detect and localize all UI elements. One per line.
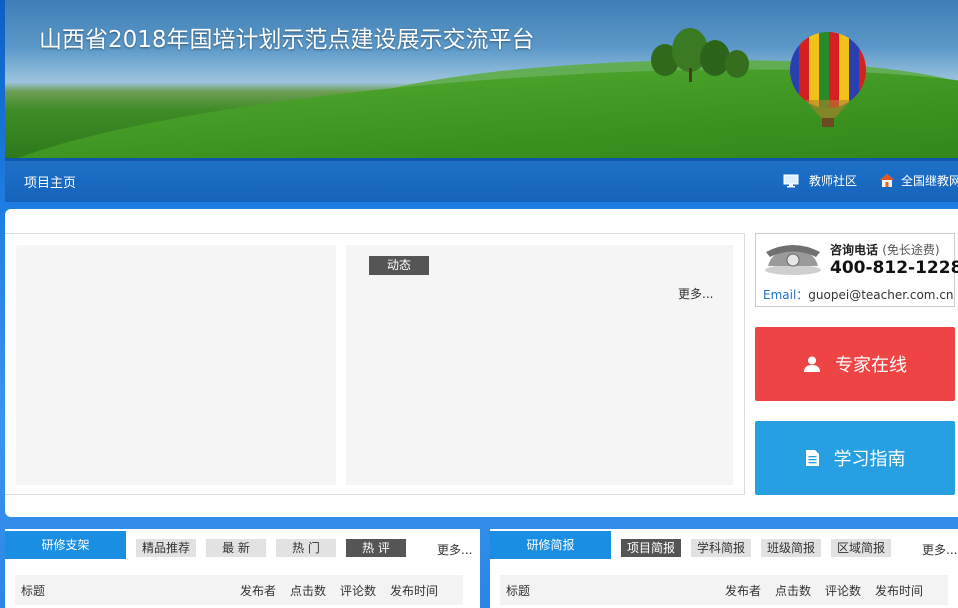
tab-class-brief[interactable]: 班级简报 [761, 539, 821, 557]
document-icon [805, 450, 819, 466]
tab-featured[interactable]: 精品推荐 [136, 539, 196, 557]
email-label: Email： [763, 288, 809, 302]
main-content-panel: 动态 更多... 咨询电话 (免长途费) 400-812-1228 Email：… [5, 209, 958, 517]
header-banner: 山西省2018年国培计划示范点建设展示交流平台 [5, 0, 958, 158]
user-icon [804, 356, 820, 372]
site-title: 山西省2018年国培计划示范点建设展示交流平台 [39, 27, 535, 53]
column-comments: 评论数 [825, 584, 862, 598]
research-brief-title[interactable]: 研修简报 [490, 531, 611, 559]
tab-project-brief[interactable]: 项目简报 [621, 539, 681, 557]
column-clicks: 点击数 [290, 584, 327, 598]
home-icon [880, 174, 894, 187]
column-title: 标题 [506, 584, 531, 598]
column-publish-time: 发布时间 [875, 584, 924, 598]
research-support-table-header: 标题 发布者 点击数 评论数 发布时间 [15, 575, 463, 605]
tab-hot-comments[interactable]: 热 评 [346, 539, 406, 557]
image-slider-placeholder [16, 245, 336, 485]
contact-email: Email：guopei@teacher.com.cn [763, 286, 954, 303]
monitor-icon [783, 174, 799, 187]
column-title: 标题 [21, 584, 46, 598]
hot-air-balloon-illustration [790, 32, 866, 127]
contact-phone-number: 400-812-1228 [830, 258, 958, 278]
column-clicks: 点击数 [775, 584, 812, 598]
research-brief-table-header: 标题 发布者 点击数 评论数 发布时间 [500, 575, 948, 605]
column-publisher: 发布者 [725, 584, 762, 598]
research-support-panel: 研修支架 精品推荐 最 新 热 门 热 评 更多... 标题 发布者 点击数 评… [5, 529, 480, 608]
dynamics-panel: 动态 更多... [346, 245, 733, 485]
research-brief-panel: 研修简报 项目简报 学科简报 班级简报 区域简报 更多... 标题 发布者 点击… [490, 529, 958, 608]
contact-free-note: (免长途费) [882, 243, 940, 257]
study-guide-button[interactable]: 学习指南 [755, 421, 955, 495]
column-publish-time: 发布时间 [390, 584, 439, 598]
tab-hot[interactable]: 热 门 [276, 539, 336, 557]
contact-label: 咨询电话 (免长途费) [830, 241, 940, 258]
nav-teacher-community-link[interactable]: 教师社区 [783, 172, 857, 189]
email-address[interactable]: guopei@teacher.com.cn [808, 288, 953, 302]
study-guide-label: 学习指南 [833, 449, 906, 470]
nav-link-label: 教师社区 [809, 174, 858, 188]
tab-newest[interactable]: 最 新 [206, 539, 266, 557]
contact-label-text: 咨询电话 [830, 243, 879, 257]
research-support-header: 研修支架 精品推荐 最 新 热 门 热 评 更多... [5, 529, 480, 561]
dynamics-tab[interactable]: 动态 [369, 256, 429, 275]
research-support-title[interactable]: 研修支架 [5, 531, 126, 559]
contact-box: 咨询电话 (免长途费) 400-812-1228 Email：guopei@te… [755, 233, 958, 307]
expert-online-label: 专家在线 [835, 355, 907, 376]
telephone-icon [765, 245, 821, 275]
research-brief-more-link[interactable]: 更多... [922, 541, 957, 558]
tab-region-brief[interactable]: 区域简报 [831, 539, 891, 557]
research-support-more-link[interactable]: 更多... [437, 541, 472, 558]
column-comments: 评论数 [340, 584, 377, 598]
column-publisher: 发布者 [240, 584, 277, 598]
expert-online-button[interactable]: 专家在线 [755, 327, 955, 401]
featured-box: 动态 更多... [5, 233, 745, 495]
dynamics-more-link[interactable]: 更多... [678, 285, 713, 302]
nav-home-link[interactable]: 项目主页 [24, 172, 76, 191]
tab-subject-brief[interactable]: 学科简报 [691, 539, 751, 557]
research-brief-header: 研修简报 项目简报 学科简报 班级简报 区域简报 更多... [490, 529, 958, 561]
nav-national-network-link[interactable]: 全国继教网 [879, 172, 958, 189]
trees-illustration [651, 28, 749, 82]
top-navbar: 项目主页 教师社区 全国继教网 [5, 158, 958, 202]
nav-link-label: 全国继教网 [901, 174, 958, 188]
